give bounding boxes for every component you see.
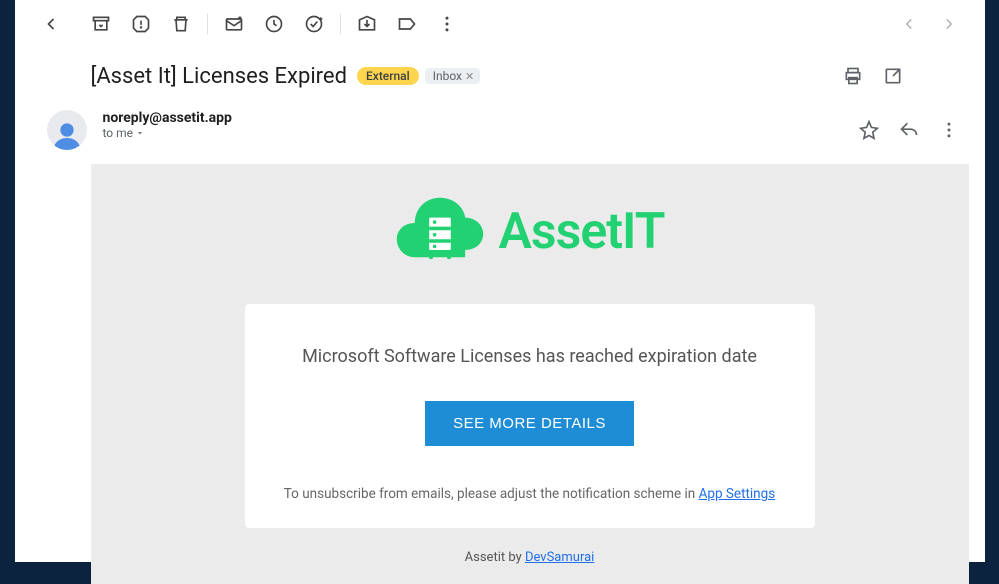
email-body: AssetIT Microsoft Software Licenses has … (91, 164, 969, 584)
add-task-icon[interactable] (294, 4, 334, 44)
print-icon[interactable] (833, 56, 873, 96)
sender-email: noreply@assetit.app (103, 110, 849, 126)
snooze-icon[interactable] (254, 4, 294, 44)
star-icon[interactable] (849, 110, 889, 150)
prev-icon[interactable] (889, 4, 929, 44)
devsamurai-link[interactable]: DevSamurai (525, 550, 594, 565)
app-settings-link[interactable]: App Settings (699, 486, 776, 502)
reply-icon[interactable] (889, 110, 929, 150)
avatar[interactable] (47, 110, 87, 150)
unsubscribe-text: To unsubscribe from emails, please adjus… (284, 486, 699, 502)
to-line-text: to me (103, 126, 134, 140)
remove-label-icon[interactable]: ✕ (465, 70, 474, 83)
subject-text: [Asset It] Licenses Expired (91, 64, 348, 89)
back-icon[interactable] (31, 4, 71, 44)
separator (340, 14, 341, 34)
footer-text: Assetit by (465, 550, 525, 565)
toolbar (15, 0, 985, 48)
brand-name: AssetIT (499, 203, 665, 261)
message-card: Microsoft Software Licenses has reached … (245, 304, 815, 528)
email-view: [Asset It] Licenses Expired External Inb… (15, 0, 985, 562)
subject-row: [Asset It] Licenses Expired External Inb… (15, 48, 985, 106)
next-icon[interactable] (929, 4, 969, 44)
brand-logo: AssetIT (395, 196, 665, 268)
open-new-window-icon[interactable] (873, 56, 913, 96)
footer-line: Assetit by DevSamurai (91, 550, 969, 565)
inbox-badge[interactable]: Inbox ✕ (425, 68, 481, 84)
delete-icon[interactable] (161, 4, 201, 44)
move-to-icon[interactable] (347, 4, 387, 44)
archive-icon[interactable] (81, 4, 121, 44)
label-icon[interactable] (387, 4, 427, 44)
mark-unread-icon[interactable] (214, 4, 254, 44)
sender-row: noreply@assetit.app to me (15, 106, 985, 164)
more-icon[interactable] (427, 4, 467, 44)
separator (207, 14, 208, 34)
inbox-badge-label: Inbox (433, 69, 462, 83)
message-text: Microsoft Software Licenses has reached … (273, 346, 787, 367)
unsubscribe-line: To unsubscribe from emails, please adjus… (273, 486, 787, 502)
see-details-button[interactable]: SEE MORE DETAILS (425, 401, 634, 446)
recipient-dropdown[interactable]: to me (103, 126, 849, 140)
spam-icon[interactable] (121, 4, 161, 44)
message-more-icon[interactable] (929, 110, 969, 150)
external-badge: External (357, 67, 419, 85)
cloud-icon (395, 196, 485, 268)
chevron-down-icon (135, 128, 145, 138)
